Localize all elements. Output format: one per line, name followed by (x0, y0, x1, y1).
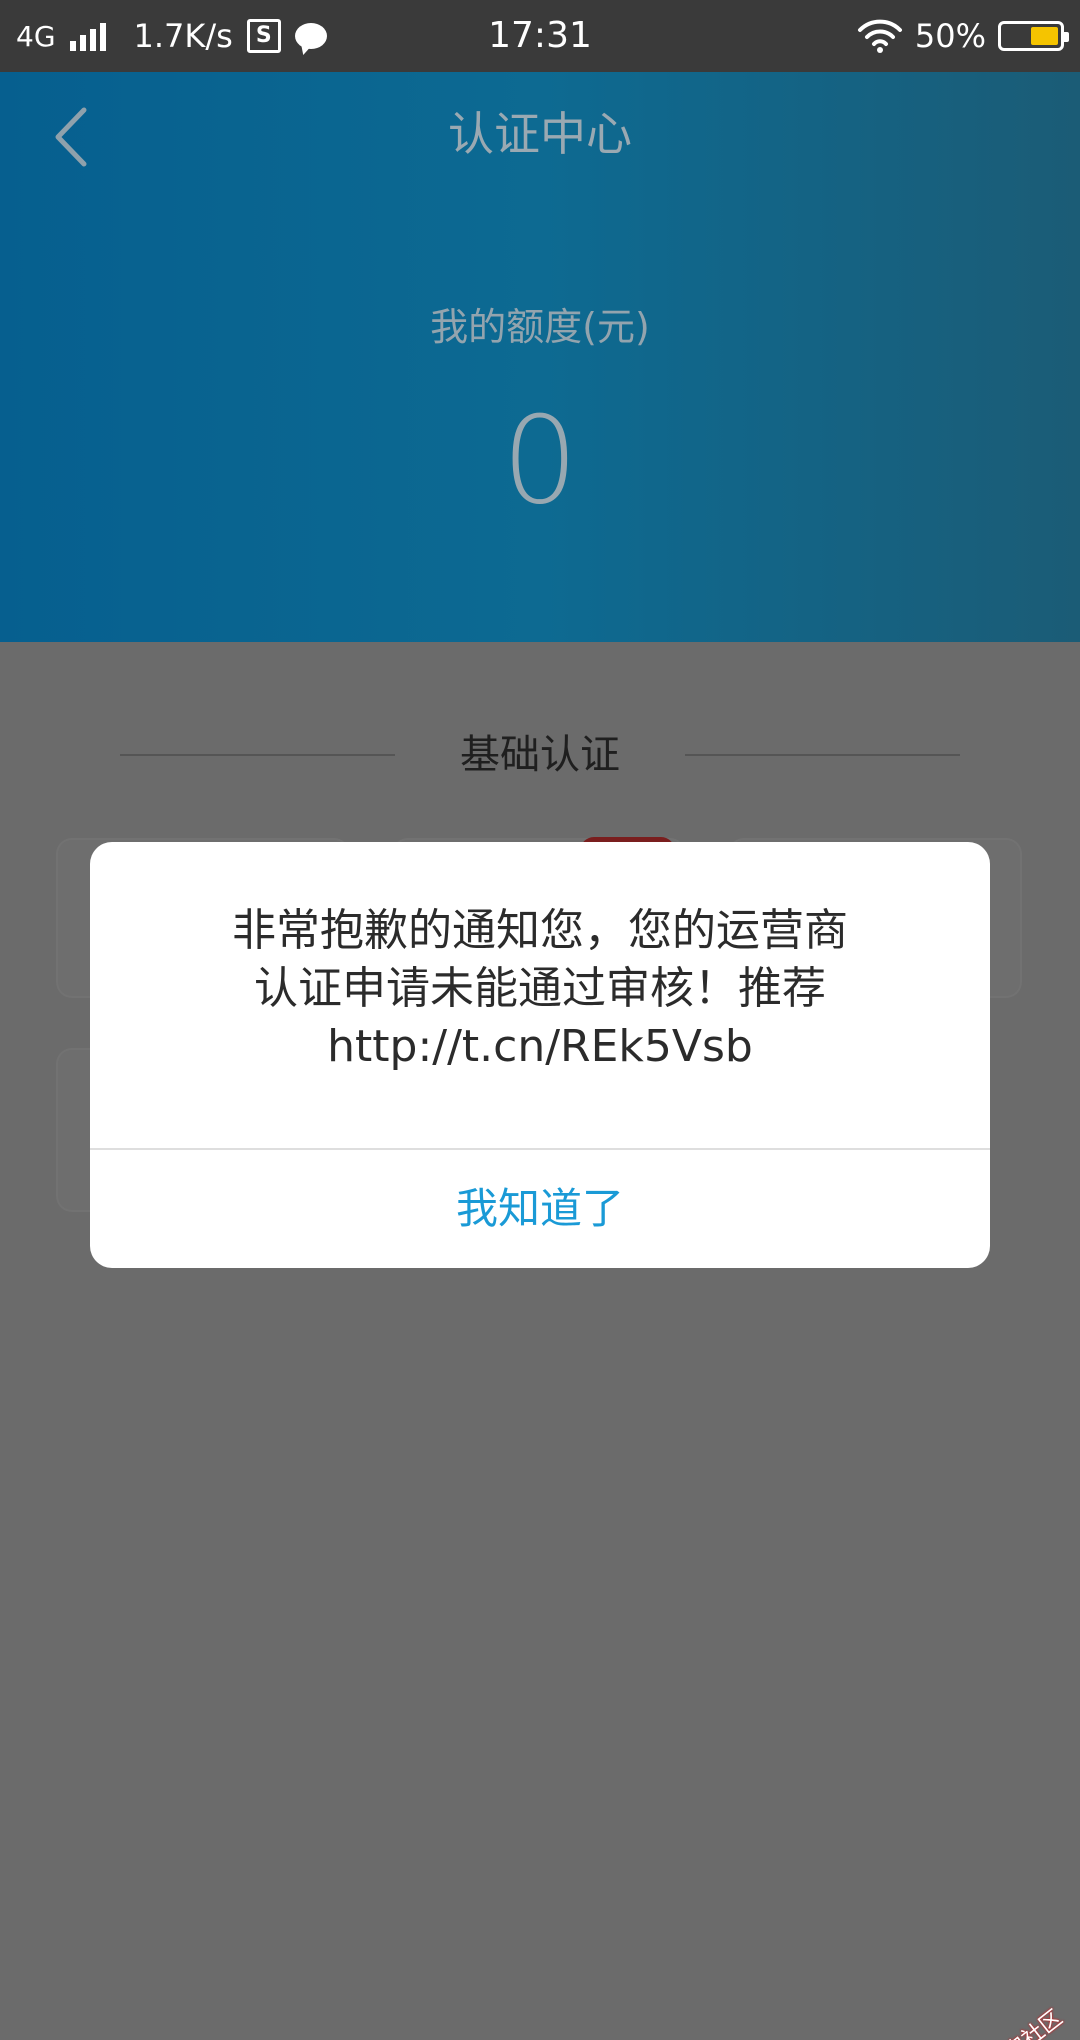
watermark: 卡农社区 (954, 2001, 1068, 2040)
status-bar: 4G 1.7K/s S 17:31 50% (0, 0, 1080, 72)
quota-value: 0 (501, 392, 579, 531)
page-title: 认证中心 (448, 107, 632, 161)
section-header: 基础认证 (120, 730, 960, 780)
header: 认证中心 我的额度(元) 0 (0, 72, 1080, 642)
battery-icon (998, 21, 1069, 51)
watermark-text: 卡农社区 (979, 2001, 1068, 2040)
alert-dialog: 非常抱歉的通知您，您的运营商 认证申请未能通过审核！推荐 http://t.cn… (90, 842, 990, 1268)
dialog-ok-button[interactable]: 我知道了 (90, 1150, 990, 1268)
status-right: 50% (857, 0, 1069, 72)
battery-fill (1031, 27, 1058, 45)
quota-label: 我的额度(元) (430, 305, 650, 349)
wifi-icon (857, 19, 902, 53)
battery-percent: 50% (914, 17, 986, 55)
dialog-message: 非常抱歉的通知您，您的运营商 认证申请未能通过审核！推荐 http://t.cn… (232, 905, 848, 1072)
section-divider-right (685, 754, 960, 756)
screen: 4G 1.7K/s S 17:31 50% 认证中心 我的额度(元) 0 基础认… (0, 0, 1080, 2040)
